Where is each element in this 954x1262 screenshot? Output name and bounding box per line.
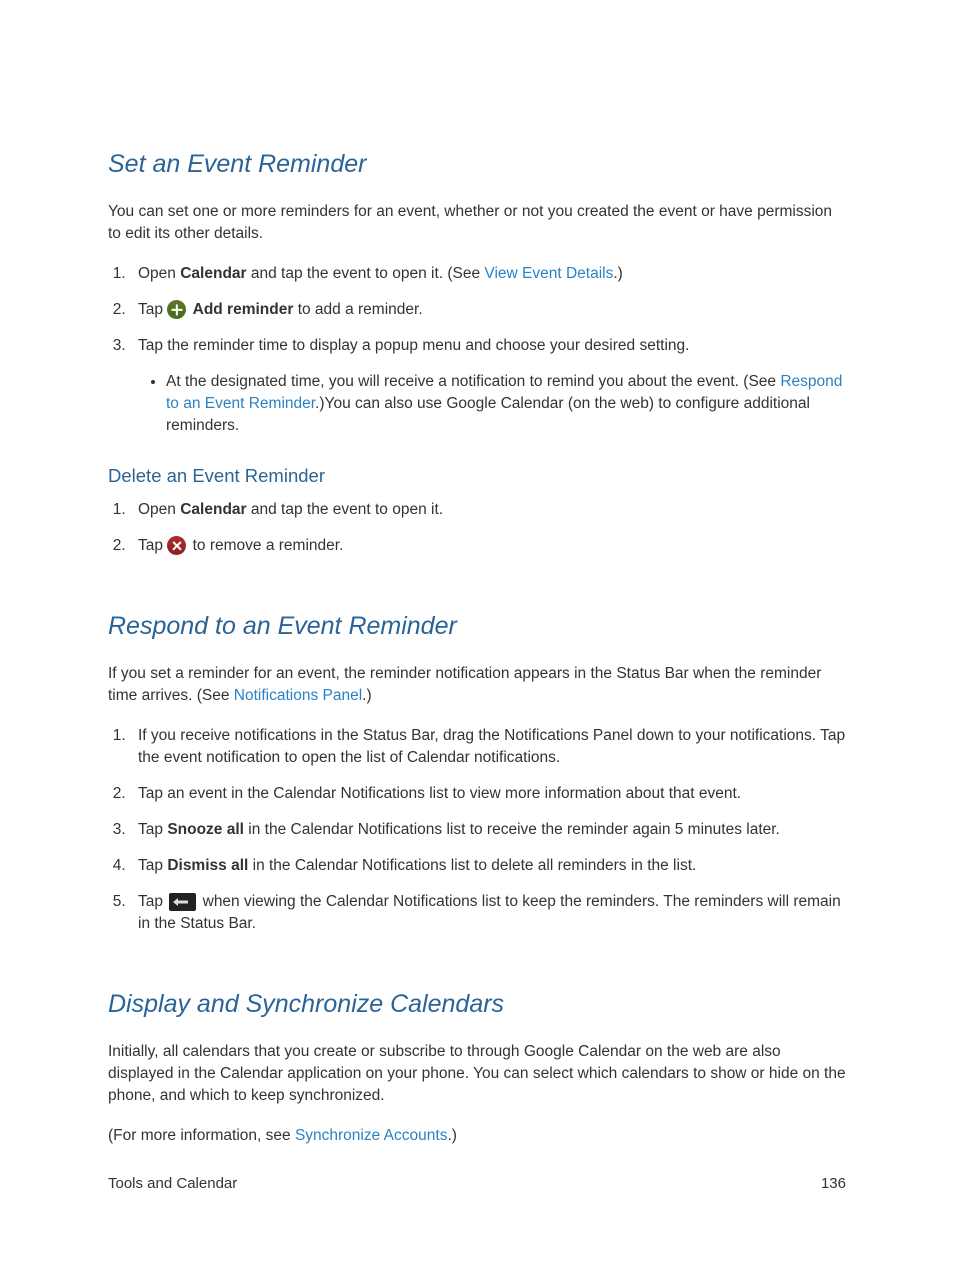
text: when viewing the Calendar Notifications … [138,893,841,932]
step-item: Tap Add reminder to add a reminder. [130,299,846,321]
link-synchronize-accounts[interactable]: Synchronize Accounts [295,1127,448,1144]
more-info: (For more information, see Synchronize A… [108,1125,846,1147]
text: Tap [138,857,167,874]
bold: Calendar [180,265,246,282]
text: (For more information, see [108,1127,295,1144]
steps-respond: If you receive notifications in the Stat… [108,725,846,935]
text: .) [613,265,622,282]
step-item: Tap to remove a reminder. [130,535,846,557]
intro-respond: If you set a reminder for an event, the … [108,663,846,707]
footer-section: Tools and Calendar [108,1175,237,1192]
heading-respond: Respond to an Event Reminder [108,612,846,641]
footer: Tools and Calendar 136 [108,1175,846,1192]
steps-delete-reminder: Open Calendar and tap the event to open … [108,499,846,557]
text: Tap the reminder time to display a popup… [138,337,689,354]
text: Tap an event in the Calendar Notificatio… [138,785,741,802]
step-item: Open Calendar and tap the event to open … [130,499,846,521]
text: Tap [138,893,167,910]
section-display-sync: Display and Synchronize Calendars Initia… [108,990,846,1147]
bold: Snooze all [167,821,244,838]
step-item: Tap when viewing the Calendar Notificati… [130,891,846,935]
link-view-event-details[interactable]: View Event Details [484,265,613,282]
text: to remove a reminder. [188,537,343,554]
step-item: If you receive notifications in the Stat… [130,725,846,769]
step-item: Open Calendar and tap the event to open … [130,263,846,285]
heading-delete-reminder: Delete an Event Reminder [108,465,846,487]
text: and tap the event to open it. (See [247,265,485,282]
section-respond: Respond to an Event Reminder If you set … [108,612,846,935]
intro-display-sync: Initially, all calendars that you create… [108,1041,846,1107]
text: Tap [138,537,167,554]
section-set-reminder: Set an Event Reminder You can set one or… [108,150,846,557]
text: Open [138,501,180,518]
text: in the Calendar Notifications list to re… [244,821,780,838]
text: .) [447,1127,456,1144]
text: If you set a reminder for an event, the … [108,665,821,704]
page: Set an Event Reminder You can set one or… [0,0,954,1262]
intro-set-reminder: You can set one or more reminders for an… [108,201,846,245]
text: If you receive notifications in the Stat… [138,727,845,766]
sub-list: At the designated time, you will receive… [138,371,846,437]
step-item: Tap Snooze all in the Calendar Notificat… [130,819,846,841]
text: Tap [138,821,167,838]
heading-display-sync: Display and Synchronize Calendars [108,990,846,1019]
bold: Dismiss all [167,857,248,874]
link-notifications-panel[interactable]: Notifications Panel [234,687,362,704]
text: and tap the event to open it. [247,501,443,518]
bold: Calendar [180,501,246,518]
heading-set-reminder: Set an Event Reminder [108,150,846,179]
step-item: Tap the reminder time to display a popup… [130,335,846,437]
x-icon [167,536,186,555]
text: .) [362,687,371,704]
page-number: 136 [821,1175,846,1192]
bold: Add reminder [193,301,294,318]
text: to add a reminder. [293,301,422,318]
text: Open [138,265,180,282]
text: Tap [138,301,167,318]
step-item: Tap an event in the Calendar Notificatio… [130,783,846,805]
step-item: Tap Dismiss all in the Calendar Notifica… [130,855,846,877]
sub-item: At the designated time, you will receive… [166,371,846,437]
plus-icon [167,300,186,319]
steps-set-reminder: Open Calendar and tap the event to open … [108,263,846,437]
text: in the Calendar Notifications list to de… [248,857,696,874]
text: At the designated time, you will receive… [166,373,780,390]
back-icon [169,893,196,911]
